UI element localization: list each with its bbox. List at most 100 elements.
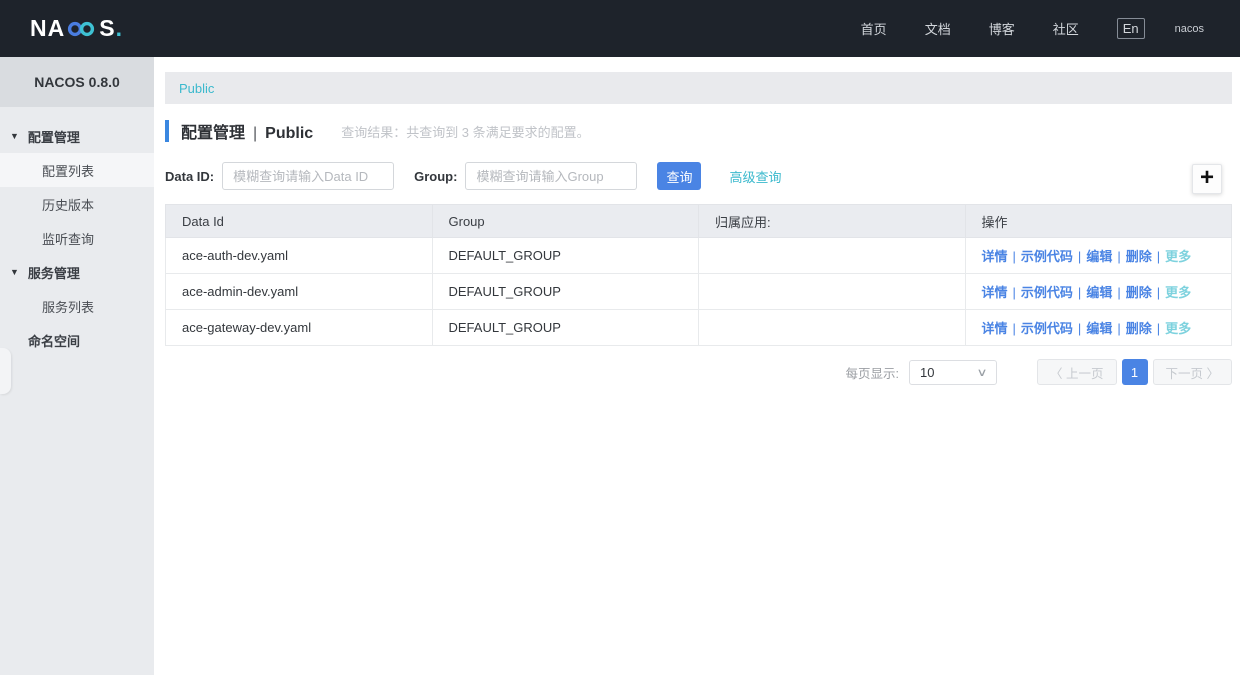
nav-item-community[interactable]: 社区 [1053,19,1079,38]
op-separator: | [1013,285,1016,300]
cell-data-id: ace-gateway-dev.yaml [166,310,433,346]
chevron-down-icon: ∨ [976,366,987,379]
per-page-select[interactable]: 10 ∨ [909,360,997,385]
next-page-button[interactable]: 下一页 〉 [1153,359,1232,385]
dataid-label: Data ID: [165,169,214,184]
title-accent-bar [165,120,169,142]
table-header-row: Data Id Group 归属应用: 操作 [166,205,1232,238]
cell-group: DEFAULT_GROUP [432,310,699,346]
op-delete-link[interactable]: 删除 [1126,249,1152,264]
table-row: ace-gateway-dev.yaml DEFAULT_GROUP 详情 | 示例… [166,310,1232,346]
op-separator: | [1078,321,1081,336]
advanced-query-link[interactable]: 高级查询 [729,167,781,186]
sidebar-collapse-handle[interactable] [0,348,11,394]
sidebar-group-label: 服务管理 [28,263,80,282]
per-page-label: 每页显示: [846,363,899,382]
group-input[interactable] [465,162,637,190]
op-separator: | [1117,249,1120,264]
app-window: NA S . 首页 文档 博客 社区 En nacos NACOS 0.8.0 … [0,0,1240,675]
op-details-link[interactable]: 详情 [982,249,1008,264]
op-edit-link[interactable]: 编辑 [1086,249,1112,264]
breadcrumb: Public [165,72,1232,104]
logo-text-left: NA [30,15,65,42]
cell-app [699,274,966,310]
op-separator: | [1157,285,1160,300]
language-toggle-button[interactable]: En [1117,18,1145,39]
sidebar-menu: ▼ 配置管理 配置列表 历史版本 监听查询 ▼ 服务管理 服务列表 命名空间 [0,107,154,357]
op-separator: | [1078,285,1081,300]
op-sample-code-link[interactable]: 示例代码 [1021,321,1073,336]
logo-dot: . [116,15,123,42]
page-title: 配置管理 | Public [181,119,313,143]
current-page-button[interactable]: 1 [1122,359,1148,385]
table-row: ace-admin-dev.yaml DEFAULT_GROUP 详情 | 示例代码… [166,274,1232,310]
header-app: 归属应用: [699,205,966,238]
table-row: ace-auth-dev.yaml DEFAULT_GROUP 详情|示例代码|… [166,238,1232,274]
header-operations: 操作 [965,205,1232,238]
cell-operations: 详情 | 示例代码 | 编辑 | 删除 | 更多 [965,238,1232,274]
op-sample-code-link[interactable]: 示例代码 [1021,285,1073,300]
main-content: Public 配置管理 | Public 查询结果：共查询到 3 条满足要求的配置。… [154,57,1240,675]
sidebar-item-namespace[interactable]: 命名空间 [0,323,154,357]
op-sample-code-link[interactable]: 示例代码 [1021,249,1073,264]
sidebar-group-label: 配置管理 [28,127,80,146]
nacos-logo[interactable]: NA S . [30,15,123,42]
op-more-link[interactable]: 更多 [1165,249,1191,264]
infinity-icon [66,21,98,37]
op-separator: | [1117,285,1120,300]
top-nav: 首页 文档 博客 社区 En nacos [823,18,1204,39]
op-edit-link[interactable]: 编辑 [1086,321,1112,336]
prev-page-button[interactable]: 〈 上一页 [1037,359,1116,385]
cell-group: DEFAULT_GROUP [432,274,699,310]
op-separator: | [1013,249,1016,264]
nav-item-home[interactable]: 首页 [861,19,887,38]
sidebar-group-config-management[interactable]: ▼ 配置管理 [0,119,154,153]
op-details-link[interactable]: 详情 [982,321,1008,336]
op-details-link[interactable]: 详情 [982,285,1008,300]
op-separator: | [1117,321,1120,336]
query-button[interactable]: 查询 [657,162,701,190]
cell-operations: 详情 | 示例代码 | 编辑 | 删除 | 更多 [965,310,1232,346]
op-edit-link[interactable]: 编辑 [1086,285,1112,300]
sidebar: NACOS 0.8.0 ▼ 配置管理 配置列表 历史版本 监听查询 ▼ 服务管理… [0,57,154,675]
cell-data-id: ace-admin-dev.yaml [166,274,433,310]
caret-down-icon: ▼ [10,267,19,277]
nav-item-docs[interactable]: 文档 [925,19,951,38]
per-page-value: 10 [920,365,934,380]
cell-operations: 详情 | 示例代码 | 编辑 | 删除 | 更多 [965,274,1232,310]
username-label[interactable]: nacos [1175,23,1204,35]
cell-app [699,238,966,274]
page-title-text: 配置管理 [181,125,245,142]
breadcrumb-namespace-link[interactable]: Public [179,81,214,96]
sidebar-item-history-versions[interactable]: 历史版本 [0,187,154,221]
op-separator: | [1157,249,1160,264]
nav-item-blog[interactable]: 博客 [989,19,1015,38]
cell-data-id: ace-auth-dev.yaml [166,238,433,274]
group-label: Group: [414,169,457,184]
op-separator: | [1013,321,1016,336]
sidebar-version-label: NACOS 0.8.0 [0,57,154,107]
op-delete-link[interactable]: 删除 [1126,285,1152,300]
op-delete-link[interactable]: 删除 [1126,321,1152,336]
add-config-button[interactable]: + [1192,164,1222,194]
caret-down-icon: ▼ [10,131,19,141]
top-header-bar: NA S . 首页 文档 博客 社区 En nacos [0,0,1240,57]
sidebar-group-service-management[interactable]: ▼ 服务管理 [0,255,154,289]
title-separator: | [253,125,257,142]
dataid-input[interactable] [222,162,394,190]
logo-text-right: S [99,15,115,42]
header-data-id: Data Id [166,205,433,238]
op-separator: | [1078,249,1081,264]
op-more-link[interactable]: 更多 [1165,285,1191,300]
query-result-text: 查询结果：共查询到 3 条满足要求的配置。 [341,122,589,141]
pagination: 每页显示: 10 ∨ 〈 上一页 1 下一页 〉 [165,359,1232,385]
config-table: Data Id Group 归属应用: 操作 ace-auth-dev.yaml… [165,204,1232,346]
page-title-row: 配置管理 | Public 查询结果：共查询到 3 条满足要求的配置。 [165,119,1232,143]
sidebar-item-service-list[interactable]: 服务列表 [0,289,154,323]
sidebar-item-listen-query[interactable]: 监听查询 [0,221,154,255]
cell-app [699,310,966,346]
op-more-link[interactable]: 更多 [1165,321,1191,336]
sidebar-item-config-list[interactable]: 配置列表 [0,153,154,187]
page-subtitle-text: Public [265,125,313,142]
op-separator: | [1157,321,1160,336]
